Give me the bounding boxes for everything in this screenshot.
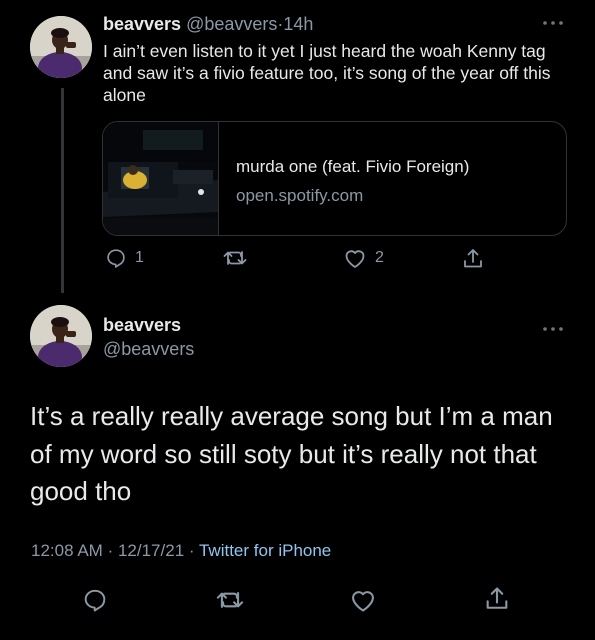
separator: · [188,541,195,560]
share-button[interactable] [461,247,485,271]
handle[interactable]: @beavvers [186,14,277,34]
share-icon [483,585,511,613]
card-thumbnail [103,122,219,235]
reply-count: 1 [135,249,144,266]
thread-line [61,88,64,293]
like-count: 2 [375,249,384,266]
reply-button[interactable] [82,587,108,613]
action-bar [82,587,522,615]
card-body: murda one (feat. Fivio Foreign) open.spo… [219,122,469,235]
retweet-button[interactable] [215,587,245,613]
reply-icon [105,247,127,269]
timestamp[interactable]: 14h [283,14,313,34]
display-name[interactable]: beavvers [103,14,181,34]
more-icon[interactable] [542,318,564,339]
display-name[interactable]: beavvers [103,315,181,336]
tweet-source[interactable]: Twitter for iPhone [199,541,331,560]
like-button[interactable]: 2 [343,247,384,269]
share-button[interactable] [483,585,511,613]
handle[interactable]: @beavvers [103,339,194,360]
retweet-icon [222,247,248,269]
tweet-text: I ain’t even listen to it yet I just hea… [103,41,551,105]
share-icon [461,247,485,271]
tweet-date[interactable]: 12/17/21 [118,541,184,560]
like-icon [343,247,367,269]
card-title: murda one (feat. Fivio Foreign) [236,157,470,176]
link-card[interactable]: murda one (feat. Fivio Foreign) open.spo… [102,121,567,236]
tweet-meta: 12:08 AM · 12/17/21 · Twitter for iPhone [31,541,331,561]
like-button[interactable] [349,587,377,613]
card-domain: open.spotify.com [236,186,364,205]
avatar[interactable] [30,16,92,78]
tweet-header: beavvers @beavvers·14h [103,14,313,35]
retweet-button[interactable] [222,247,248,269]
reply-icon [82,587,108,613]
separator: · [107,541,114,560]
reply-button[interactable]: 1 [105,247,144,269]
avatar[interactable] [30,305,92,367]
tweet-text: It’s a really really average song but I’… [30,401,553,506]
retweet-icon [215,587,245,613]
more-icon[interactable] [542,12,564,33]
tweet-time[interactable]: 12:08 AM [31,541,103,560]
like-icon [349,587,377,613]
